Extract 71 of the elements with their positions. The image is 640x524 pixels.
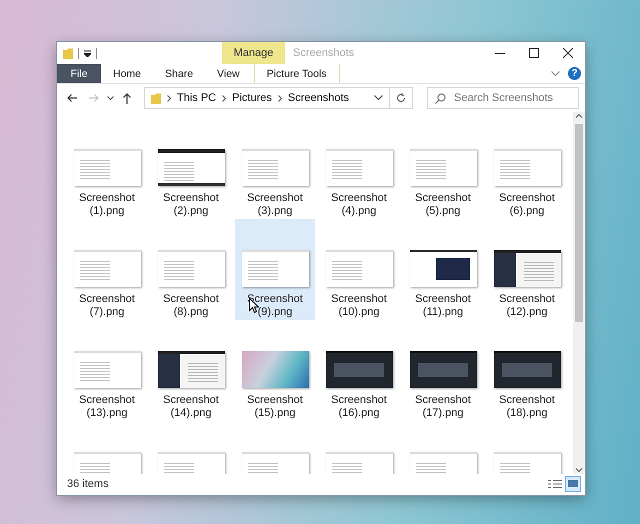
scroll-up-icon[interactable] — [575, 112, 583, 120]
ribbon-tab[interactable]: Home — [101, 64, 154, 83]
screenshot-thumbnail — [326, 149, 392, 186]
file-item[interactable]: Screenshot (6).png — [487, 118, 567, 219]
screenshot-thumbnail — [326, 250, 392, 287]
screenshot-thumbnail — [74, 149, 140, 186]
screenshot-thumbnail — [494, 250, 560, 287]
chevron-right-icon — [167, 94, 171, 102]
folder-icon — [151, 92, 161, 104]
chevron-down-icon[interactable] — [107, 96, 114, 100]
folder-icon — [63, 47, 73, 59]
screenshot-thumbnail — [158, 250, 224, 287]
search-icon — [435, 93, 446, 104]
ribbon-tab[interactable]: Picture Tools — [254, 64, 340, 83]
file-item[interactable]: Screenshot (7).png — [67, 219, 147, 320]
file-item[interactable]: Screenshot (14).png — [151, 320, 231, 421]
file-item[interactable]: Screenshot (9).png — [235, 219, 315, 320]
file-item[interactable]: Screenshot (5).png — [403, 118, 483, 219]
screenshot-thumbnail — [242, 351, 308, 388]
file-item[interactable]: Screenshot (11).png — [403, 219, 483, 320]
breadcrumb[interactable]: Pictures — [232, 92, 272, 104]
ribbon-tab[interactable]: View — [205, 64, 252, 83]
window-title: Screenshots — [292, 46, 356, 61]
screenshot-thumbnail — [410, 351, 476, 388]
help-button[interactable]: ? — [568, 67, 581, 80]
file-item[interactable]: Screenshot (15).png — [235, 320, 315, 421]
screenshot-thumbnail — [74, 351, 140, 388]
file-item[interactable]: Screenshot (8).png — [151, 219, 231, 320]
screenshot-thumbnail — [410, 149, 476, 186]
breadcrumb[interactable]: Screenshots — [288, 92, 350, 104]
screenshot-thumbnail — [158, 149, 224, 186]
scrollbar[interactable] — [573, 112, 585, 474]
scrollbar-thumb[interactable] — [575, 124, 583, 322]
screenshot-thumbnail — [494, 149, 560, 186]
large-icons-view-icon[interactable] — [565, 476, 581, 492]
dropdown-icon[interactable] — [84, 50, 91, 56]
screenshot-thumbnail — [242, 250, 308, 287]
file-item[interactable]: Screenshot (16).png — [319, 320, 399, 421]
screenshot-thumbnail — [326, 351, 392, 388]
chevron-down-icon[interactable] — [374, 95, 382, 101]
breadcrumb[interactable]: This PC — [177, 92, 216, 104]
screenshot-thumbnail — [74, 250, 140, 287]
ribbon-tab[interactable]: Share — [153, 64, 206, 83]
file-item[interactable]: Screenshot (2).png — [151, 118, 231, 219]
arrow-up-icon — [122, 92, 132, 104]
file-item[interactable]: Screenshot (12).png — [487, 219, 567, 320]
maximize-icon — [529, 48, 539, 58]
chevron-right-icon — [278, 94, 282, 102]
refresh-icon[interactable] — [396, 93, 406, 103]
file-item[interactable]: Screenshot (1).png — [67, 118, 147, 219]
screenshot-thumbnail — [242, 149, 308, 186]
file-item[interactable]: Screenshot (3).png — [235, 118, 315, 219]
arrow-left-icon — [67, 93, 77, 103]
file-item[interactable]: Screenshot (18).png — [487, 320, 567, 421]
search-field[interactable]: Search Screenshots — [427, 87, 579, 109]
close-icon — [563, 48, 573, 58]
details-view-icon[interactable] — [548, 479, 562, 489]
contextual-tab-header[interactable]: Manage — [222, 42, 285, 64]
arrow-right-icon — [89, 93, 99, 103]
file-item[interactable]: Screenshot (13).png — [67, 320, 147, 421]
address-bar[interactable]: This PC Pictures Screenshots — [144, 87, 413, 109]
screenshot-thumbnail — [410, 250, 476, 287]
screenshot-thumbnail — [158, 351, 224, 388]
item-count: 36 items — [67, 478, 109, 490]
chevron-right-icon — [222, 94, 226, 102]
ribbon-tab[interactable]: File — [57, 64, 101, 83]
screenshot-thumbnail — [494, 351, 560, 388]
file-item[interactable]: Screenshot (4).png — [319, 118, 399, 219]
scroll-down-icon[interactable] — [575, 466, 583, 474]
file-item[interactable]: Screenshot (10).png — [319, 219, 399, 320]
file-item[interactable]: Screenshot (17).png — [403, 320, 483, 421]
